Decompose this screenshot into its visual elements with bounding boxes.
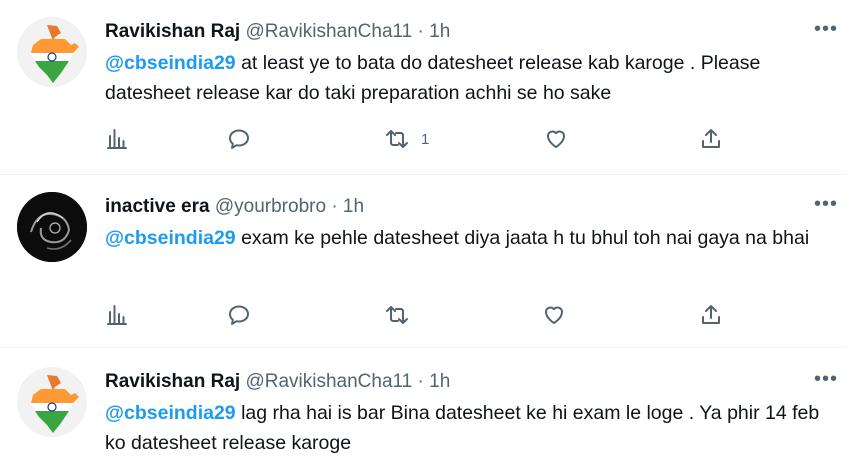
separator-dot: · <box>417 21 424 42</box>
tweet-header: Ravikishan Raj @RavikishanCha11 · 1h <box>105 370 450 394</box>
avatar[interactable] <box>17 17 87 87</box>
share-icon <box>702 129 720 148</box>
separator-dot: · <box>417 371 424 392</box>
more-options-icon[interactable]: ••• <box>813 369 839 396</box>
tweet-text: @cbseindia29 at least ye to bata do date… <box>105 48 840 108</box>
retweet-button[interactable]: 1 <box>385 124 429 154</box>
tweet-header: inactive era @yourbrobro · 1h <box>105 195 364 219</box>
dark-abstract-avatar <box>17 192 87 262</box>
tweet[interactable]: Ravikishan Raj @RavikishanCha11 · 1h •••… <box>0 0 847 175</box>
analytics-button[interactable] <box>105 124 129 154</box>
reply-button[interactable] <box>227 300 251 330</box>
mention-link[interactable]: @cbseindia29 <box>105 52 236 74</box>
tweet[interactable]: inactive era @yourbrobro · 1h ••• @cbsei… <box>0 175 847 348</box>
tweet-body: exam ke pehle datesheet diya jaata h tu … <box>235 227 810 249</box>
avatar[interactable] <box>17 367 87 437</box>
display-name[interactable]: Ravikishan Raj <box>105 21 240 42</box>
analytics-icon <box>107 129 127 149</box>
retweet-icon <box>386 130 408 148</box>
tweet-header: Ravikishan Raj @RavikishanCha11 · 1h <box>105 20 450 44</box>
reply-icon <box>229 305 249 325</box>
reply-icon <box>229 129 249 149</box>
mention-link[interactable]: @cbseindia29 <box>105 227 236 249</box>
more-options-icon[interactable]: ••• <box>813 194 839 221</box>
tweet-text: @cbseindia29 lag rha hai is bar Bina dat… <box>105 398 840 458</box>
analytics-icon <box>107 305 127 325</box>
mention-link[interactable]: @cbseindia29 <box>105 402 236 424</box>
tweet[interactable]: Ravikishan Raj @RavikishanCha11 · 1h •••… <box>0 348 847 469</box>
user-handle[interactable]: @RavikishanCha11 <box>245 21 412 42</box>
timestamp[interactable]: 1h <box>429 21 450 42</box>
reply-button[interactable] <box>227 124 251 154</box>
tweet-text: @cbseindia29 exam ke pehle datesheet diy… <box>105 223 840 253</box>
timestamp[interactable]: 1h <box>429 371 450 392</box>
display-name[interactable]: inactive era <box>105 196 210 217</box>
avatar[interactable] <box>17 192 87 262</box>
share-button[interactable] <box>699 124 723 154</box>
analytics-button[interactable] <box>105 300 129 330</box>
more-options-icon[interactable]: ••• <box>813 19 839 46</box>
india-map-icon <box>31 375 79 433</box>
like-button[interactable] <box>544 124 568 154</box>
separator-dot: · <box>331 196 338 217</box>
heart-icon <box>547 130 565 148</box>
india-map-icon <box>31 25 79 83</box>
retweet-icon <box>386 306 408 324</box>
user-handle[interactable]: @yourbrobro <box>215 196 326 217</box>
display-name[interactable]: Ravikishan Raj <box>105 371 240 392</box>
user-handle[interactable]: @RavikishanCha11 <box>245 371 412 392</box>
share-button[interactable] <box>699 300 723 330</box>
share-icon <box>702 305 720 324</box>
heart-icon <box>545 306 563 324</box>
retweet-button[interactable] <box>385 300 409 330</box>
like-button[interactable] <box>542 300 566 330</box>
timestamp[interactable]: 1h <box>343 196 364 217</box>
retweet-count: 1 <box>421 130 430 148</box>
